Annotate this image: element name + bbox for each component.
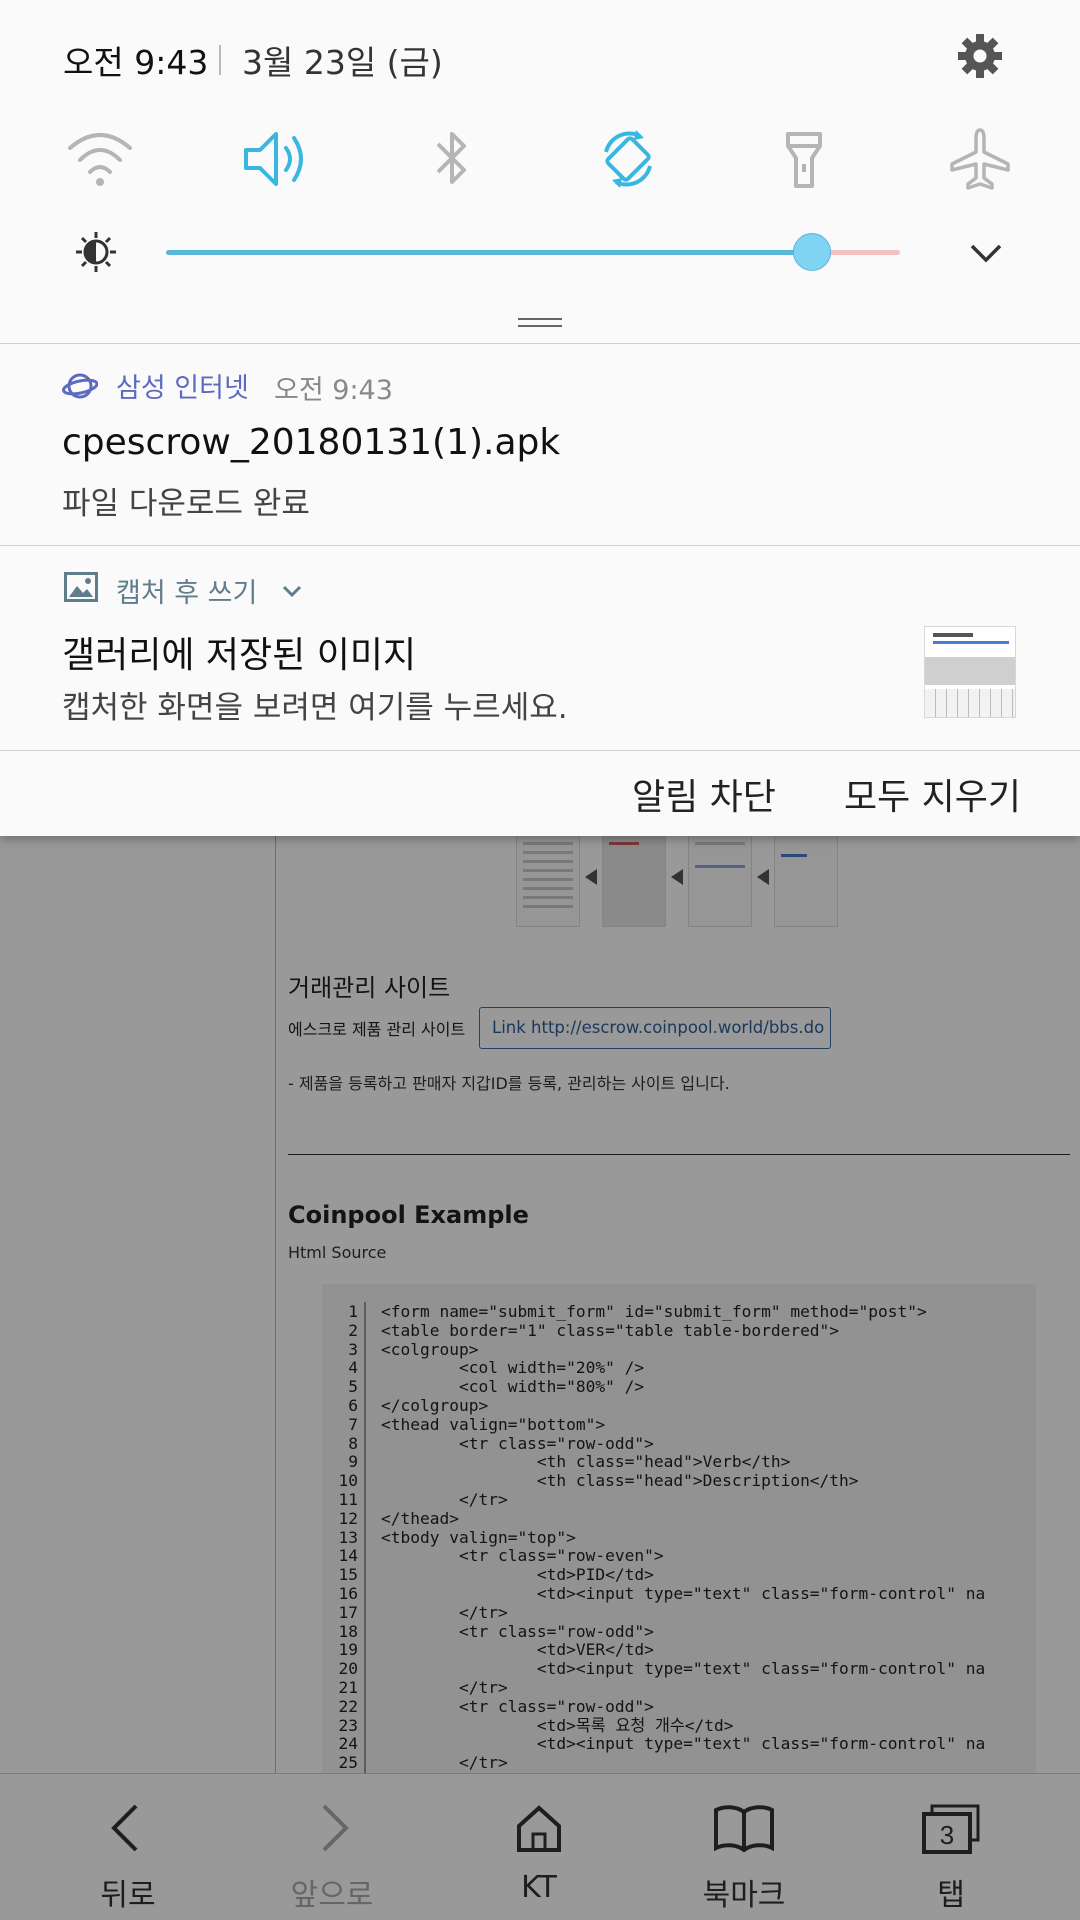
separator <box>219 45 221 75</box>
auto-rotate-toggle-icon[interactable] <box>592 126 664 192</box>
brightness-slider[interactable] <box>166 233 900 271</box>
notification-panel: 오전 9:43 3월 23일 (금) 삼성 인터넷 오전 9:43 cpescr… <box>0 0 1080 836</box>
notification-text: 캡처한 화면을 보려면 여기를 누르세요. <box>62 690 568 726</box>
notification-title: 갤러리에 저장된 이미지 <box>62 635 417 676</box>
app-name: 캡처 후 쓰기 <box>116 578 258 609</box>
chevron-down-icon[interactable] <box>962 238 1010 270</box>
clear-all-button[interactable]: 모두 지우기 <box>844 768 1021 820</box>
chevron-down-icon[interactable] <box>280 580 304 604</box>
app-name: 삼성 인터넷 <box>116 373 249 404</box>
screenshot-thumbnail[interactable] <box>924 626 1016 718</box>
panel-drag-handle[interactable] <box>518 318 562 327</box>
notification-title: cpescrow_20180131(1).apk <box>62 422 561 463</box>
image-icon <box>64 572 100 608</box>
date: 3월 23일 (금) <box>242 43 443 82</box>
settings-gear-icon[interactable] <box>956 32 1004 80</box>
flashlight-toggle-icon[interactable] <box>768 126 840 192</box>
block-notifications-button[interactable]: 알림 차단 <box>632 768 776 820</box>
brightness-icon <box>74 230 118 274</box>
wifi-toggle-icon[interactable] <box>64 126 136 192</box>
sound-toggle-icon[interactable] <box>240 126 312 192</box>
notification-time: 오전 9:43 <box>274 375 393 406</box>
clock: 오전 9:43 <box>63 43 209 82</box>
airplane-toggle-icon[interactable] <box>944 126 1016 192</box>
brightness-slider-knob[interactable] <box>792 233 831 271</box>
samsung-internet-icon <box>62 368 99 404</box>
notification-text: 파일 다운로드 완료 <box>62 486 310 522</box>
bluetooth-toggle-icon[interactable] <box>416 126 488 192</box>
brightness-fill <box>166 250 812 255</box>
